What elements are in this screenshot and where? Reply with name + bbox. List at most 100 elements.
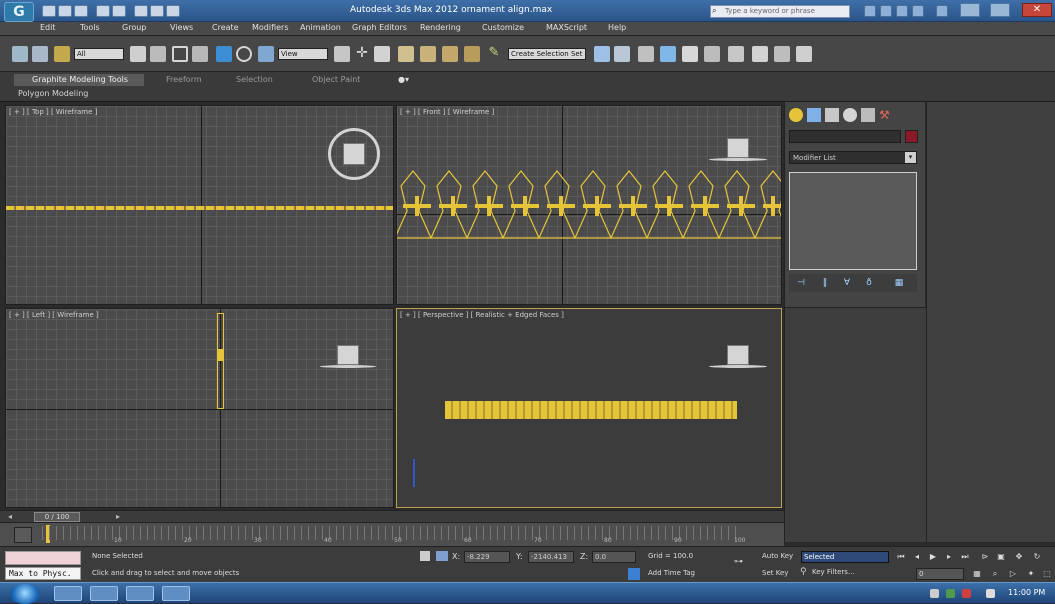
unlink-icon[interactable] [32,46,48,62]
snaps-toggle-icon[interactable] [398,46,414,62]
chevron-right-icon[interactable]: ▸ [116,512,120,521]
menu-rendering[interactable]: Rendering [420,23,461,32]
maximize-button[interactable] [990,3,1010,17]
tray-network-icon[interactable] [946,589,955,598]
save-file-icon[interactable] [74,5,88,17]
layer-manager-icon[interactable] [638,46,654,62]
pin-stack-icon[interactable]: ⊣ [795,277,807,289]
tab-graphite-modeling-tools[interactable]: Graphite Modeling Tools [14,74,144,86]
minimize-button[interactable] [960,3,980,17]
auto-key-button[interactable]: Auto Key [762,552,793,560]
motion-tab-icon[interactable] [843,108,857,122]
viewport-top[interactable]: [ + ] [ Top ] [ Wireframe ] [5,105,394,305]
next-frame-icon[interactable]: ▸ [944,552,954,562]
communication-center-icon[interactable] [880,5,892,17]
user-icon[interactable] [936,5,948,17]
mirror-icon[interactable] [594,46,610,62]
modifier-stack[interactable] [789,172,917,270]
tab-selection[interactable]: Selection [236,75,273,84]
viewport-perspective[interactable]: [ + ] [ Perspective ] [ Realistic + Edge… [396,308,782,508]
remove-modifier-icon[interactable]: ð [863,277,875,289]
key-icon[interactable]: ⊶ [734,557,752,567]
key-filters-button[interactable]: Key Filters... [812,568,855,576]
render-setup-icon[interactable] [752,46,768,62]
time-slider-thumb[interactable]: 0 / 100 [34,512,80,522]
set-keys-icon[interactable]: ⚲ [800,567,810,579]
menu-tools[interactable]: Tools [80,23,100,32]
taskbar-media-icon[interactable] [126,586,154,601]
ornament-side-left[interactable] [217,313,224,409]
edit-named-selection-icon[interactable]: ✎ [486,46,502,62]
menu-group[interactable]: Group [122,23,146,32]
time-tag-icon[interactable] [628,568,640,580]
viewport-front[interactable]: [ + ] [ Front ] [ Wireframe ] [396,105,782,305]
ribbon-options-icon[interactable]: ●▾ [398,75,409,84]
select-and-rotate-icon[interactable] [236,46,252,62]
maxscript-listener-output[interactable]: Max to Physc. [5,567,81,580]
search-input[interactable]: Type a keyword or phrase [710,5,850,18]
ornament-row-front[interactable] [397,166,782,266]
menu-create[interactable]: Create [212,23,239,32]
hierarchy-tab-icon[interactable] [825,108,839,122]
named-selection-dropdown[interactable]: Create Selection Set [508,48,586,60]
viewport-top-label[interactable]: [ + ] [ Top ] [ Wireframe ] [9,108,97,116]
field-of-view-icon[interactable]: ▷ [1008,569,1018,579]
start-button[interactable] [10,584,40,604]
app-logo-icon[interactable]: G [4,2,34,22]
keyboard-shortcut-icon[interactable] [374,46,390,62]
trackbar[interactable]: 10 20 30 40 50 60 70 80 90 100 [0,522,784,546]
ribbon-panel-polygon-modeling[interactable]: Polygon Modeling [18,89,88,98]
menu-edit[interactable]: Edit [40,23,56,32]
lock-selection-icon[interactable] [420,551,430,561]
walk-through-icon[interactable]: ✦ [1026,569,1036,579]
project-folder-icon[interactable] [166,5,180,17]
taskbar-clock[interactable]: 11:00 PM [1008,588,1045,597]
absolute-mode-icon[interactable] [436,551,448,561]
go-to-end-icon[interactable]: ⏭ [960,552,970,562]
viewcube-icon[interactable] [727,138,749,158]
maxscript-listener-input[interactable] [5,551,81,565]
viewport-left[interactable]: [ + ] [ Left ] [ Wireframe ] [5,308,394,508]
tab-freeform[interactable]: Freeform [166,75,202,84]
menu-maxscript[interactable]: MAXScript [546,23,587,32]
time-configuration-icon[interactable]: ▦ [972,569,982,579]
menu-customize[interactable]: Customize [482,23,524,32]
current-frame-field[interactable]: 0 [916,568,964,580]
y-coordinate-field[interactable]: -2140.413 [528,551,574,563]
viewcube-icon[interactable] [343,143,365,165]
selection-filter-dropdown[interactable]: All [74,48,124,60]
rendered-frame-window-icon[interactable] [774,46,790,62]
ornament-row-top[interactable] [6,206,393,210]
zoom-icon[interactable]: ⌕ [990,569,1000,579]
play-icon[interactable]: ▶ [928,552,938,562]
select-and-scale-icon[interactable] [258,46,274,62]
time-slider[interactable]: 0 / 100 ◂ ▸ [0,510,784,522]
favorites-icon[interactable] [896,5,908,17]
viewport-left-label[interactable]: [ + ] [ Left ] [ Wireframe ] [9,311,99,319]
set-key-button[interactable]: Set Key [762,569,788,577]
bind-space-warp-icon[interactable] [54,46,70,62]
taskbar-3dsmax-icon[interactable] [162,586,190,601]
menu-views[interactable]: Views [170,23,193,32]
ornament-row-perspective[interactable] [445,401,737,419]
select-by-name-icon[interactable] [150,46,166,62]
pan-view-icon[interactable]: ✥ [1014,552,1024,562]
render-production-icon[interactable] [796,46,812,62]
orbit-icon[interactable]: ↻ [1032,552,1042,562]
viewcube-icon[interactable] [727,345,749,365]
help-icon[interactable] [912,5,924,17]
hold-icon[interactable] [134,5,148,17]
key-mode-toggle-icon[interactable]: ⊳ [980,552,990,562]
chevron-down-icon[interactable]: ▾ [905,152,916,163]
viewport-perspective-label[interactable]: [ + ] [ Perspective ] [ Realistic + Edge… [400,311,564,319]
add-time-tag-button[interactable]: Add Time Tag [648,569,695,577]
previous-frame-icon[interactable]: ◂ [912,552,922,562]
menu-modifiers[interactable]: Modifiers [252,23,289,32]
subscription-icon[interactable] [864,5,876,17]
configure-modifier-sets-icon[interactable]: ▦ [893,277,905,289]
spinner-snap-icon[interactable] [464,46,480,62]
mini-curve-editor-icon[interactable] [14,527,32,543]
redo-icon[interactable] [112,5,126,17]
zoom-extents-icon[interactable]: ▣ [996,552,1006,562]
tray-flag-icon[interactable] [962,589,971,598]
